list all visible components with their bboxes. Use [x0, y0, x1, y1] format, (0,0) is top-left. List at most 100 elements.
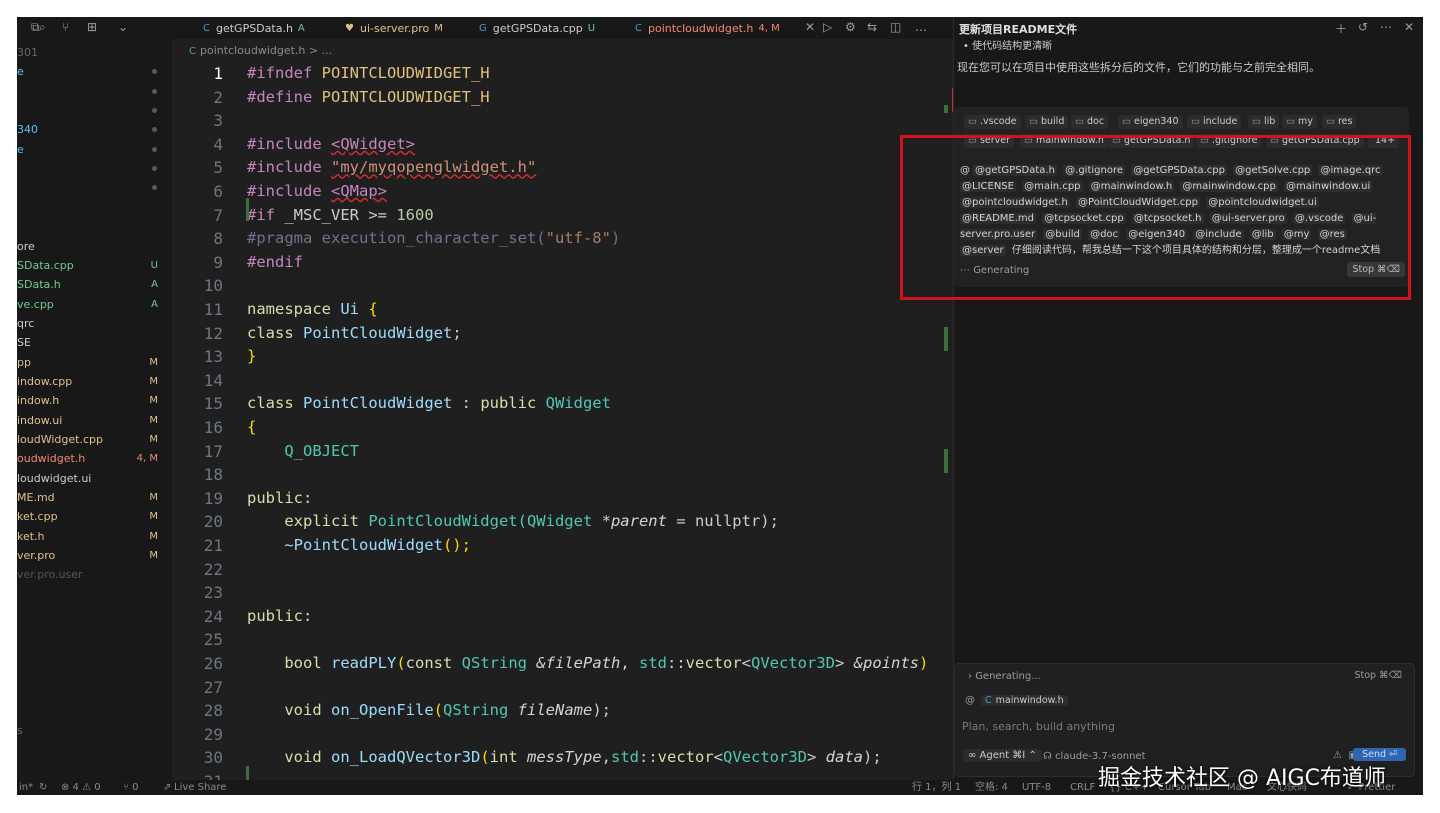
context-pill[interactable]: ▭ doc [1071, 115, 1109, 129]
context-pill[interactable]: ▭ build [1025, 115, 1069, 129]
gear-icon[interactable]: ⚙ [845, 20, 856, 34]
more-icon[interactable]: … [915, 20, 927, 34]
code-line[interactable]: #include <QMap> [247, 180, 387, 204]
chevron-down-icon[interactable]: ⌄ [118, 20, 128, 34]
code-line[interactable]: namespace Ui { [247, 298, 378, 322]
live-share-status[interactable]: Live Share [174, 780, 226, 795]
branch-status[interactable]: in* [19, 780, 33, 795]
explorer-item[interactable]: ket.cpp M [17, 507, 172, 526]
explorer-item[interactable]: ME.md M [17, 488, 172, 507]
context-pill[interactable]: ▭ my [1282, 115, 1317, 129]
explorer-item[interactable] [17, 82, 172, 101]
generating-row[interactable]: › Generating... [968, 671, 1041, 682]
code-line[interactable]: Q_OBJECT [247, 440, 359, 464]
close-icon[interactable]: ✕ [1404, 20, 1414, 34]
indentation-status[interactable]: 空格: 4 [975, 780, 1008, 795]
extensions-icon[interactable]: ⊞ [87, 20, 97, 34]
explorer-item[interactable]: loudWidget.cpp M [17, 430, 172, 449]
explorer-item[interactable]: ve.cpp A [17, 295, 172, 314]
code-line[interactable]: void on_OpenFile(QString fileName); [247, 699, 611, 723]
sidebar-section-label[interactable]: s [17, 724, 23, 737]
explorer-item[interactable]: indow.h M [17, 391, 172, 410]
code-line[interactable]: void on_LoadQVector3D(int messType,std::… [247, 746, 881, 770]
chat-prompt-input[interactable] [960, 719, 1404, 734]
live-share-icon[interactable]: ⇗ [163, 780, 171, 795]
explorer-item[interactable]: indow.ui M [17, 411, 172, 430]
code-line[interactable]: #define POINTCLOUDWIDGET_H [247, 86, 490, 110]
cursor-position[interactable]: 行 1，列 1 [912, 780, 961, 795]
context-pill[interactable]: ▭ res [1322, 115, 1357, 129]
explorer-item[interactable]: SData.cpp U [17, 256, 172, 275]
line-number: 25 [203, 630, 223, 650]
compare-icon[interactable]: ⇆ [867, 20, 877, 34]
tab-label: pointcloudwidget.h [647, 21, 754, 35]
code-line[interactable]: } [247, 345, 256, 369]
stop-button[interactable]: Stop ⌘⌫ [1354, 670, 1402, 681]
explorer-item[interactable] [17, 101, 172, 120]
explorer-item[interactable] [17, 159, 172, 178]
code-line[interactable]: public: [247, 487, 312, 511]
code-line[interactable]: explicit PointCloudWidget(QWidget *paren… [247, 510, 779, 534]
explorer-item[interactable]: loudwidget.ui [17, 469, 172, 488]
code-line[interactable]: ~PointCloudWidget(); [247, 534, 471, 558]
context-pill[interactable]: ▭ .vscode [964, 115, 1021, 129]
explorer-item[interactable]: 301 [17, 43, 172, 62]
code-line[interactable]: class PointCloudWidget : public QWidget [247, 392, 611, 416]
line-number: 27 [203, 677, 223, 697]
explorer-item[interactable] [17, 217, 172, 236]
explorer-item[interactable]: ore [17, 237, 172, 256]
more-icon[interactable]: ⋯ [1380, 20, 1392, 34]
explorer-item[interactable]: e [17, 62, 172, 81]
code-line[interactable]: #include "my/myqopenglwidget.h" [247, 156, 536, 180]
explorer-item[interactable]: 340 [17, 120, 172, 139]
context-pill[interactable]: ▭ lib [1248, 115, 1280, 129]
context-pill[interactable]: ▭ include [1187, 115, 1242, 129]
code-line[interactable]: #pragma execution_character_set("utf-8") [247, 227, 620, 251]
code-token: POINTCLOUDWIDGET_H [321, 64, 490, 82]
agent-mode-dropdown[interactable]: ∞ Agent ⌘I ⌃ [963, 749, 1042, 762]
code-line[interactable]: class PointCloudWidget; [247, 322, 462, 346]
explorer-item[interactable] [17, 198, 172, 217]
history-icon[interactable]: ↺ [1358, 20, 1368, 34]
explorer-item[interactable]: ket.h M [17, 527, 172, 546]
explorer-item[interactable]: SE [17, 333, 172, 352]
explorer-item[interactable]: pp M [17, 353, 172, 372]
problems-status[interactable]: ⊗ 4 ⚠ 0 [61, 780, 101, 795]
explorer-item[interactable] [17, 178, 172, 197]
at-icon[interactable]: @ [965, 695, 975, 706]
editor-tab[interactable]: GgetGPSData.cpp U [479, 17, 595, 39]
editor-tab[interactable]: Cpointcloudwidget.h 4, M [635, 17, 780, 39]
plus-icon[interactable]: ＋ [1335, 20, 1347, 37]
breadcrumb[interactable]: Cpointcloudwidget.h > ... [189, 44, 332, 57]
explorer-item[interactable]: SData.h A [17, 275, 172, 294]
explorer-item[interactable]: oudwidget.h 4, M [17, 449, 172, 468]
encoding-status[interactable]: UTF-8 [1022, 780, 1051, 795]
explorer-item[interactable]: e [17, 140, 172, 159]
explorer-item[interactable]: ver.pro M [17, 546, 172, 565]
code-token: int [489, 748, 527, 767]
ports-status[interactable]: ⑂ 0 [123, 780, 139, 795]
code-line[interactable]: #include <QWidget> [247, 133, 415, 157]
context-pill[interactable]: ▭ eigen340 [1118, 115, 1183, 129]
code-line[interactable]: #if _MSC_VER >= 1600 [247, 204, 434, 228]
code-editor[interactable]: 1 #ifndef POINTCLOUDWIDGET_H 2 #define POIN… [172, 57, 953, 780]
code-line[interactable]: #ifndef POINTCLOUDWIDGET_H [247, 62, 490, 86]
split-editor-icon[interactable]: ◫ [890, 20, 901, 34]
code-line[interactable]: public: [247, 605, 312, 629]
explorer-item[interactable]: qrc [17, 314, 172, 333]
explorer-item[interactable]: indow.cpp M [17, 372, 172, 391]
editor-tab[interactable]: ♥ ui-server.pro M [345, 17, 443, 39]
code-line[interactable]: #endif [247, 251, 303, 275]
editor-tab[interactable]: CgetGPSData.h A [203, 17, 305, 39]
sync-icon[interactable]: ↻ [39, 780, 47, 795]
source-control-icon[interactable]: ⑂ [62, 20, 69, 34]
run-icon[interactable]: ▷ [823, 20, 832, 34]
code-line[interactable]: bool readPLY(const QString &filePath, st… [247, 652, 928, 676]
eol-status[interactable]: CRLF [1070, 780, 1095, 795]
close-icon[interactable]: ✕ [805, 20, 815, 34]
search-icon[interactable]: ⌕ [39, 20, 46, 35]
context-file-pill[interactable]: Cmainwindow.h [981, 695, 1068, 706]
git-status-badge: A [151, 298, 158, 310]
code-line[interactable]: { [247, 416, 256, 440]
explorer-item[interactable]: ver.pro.user [17, 565, 172, 584]
